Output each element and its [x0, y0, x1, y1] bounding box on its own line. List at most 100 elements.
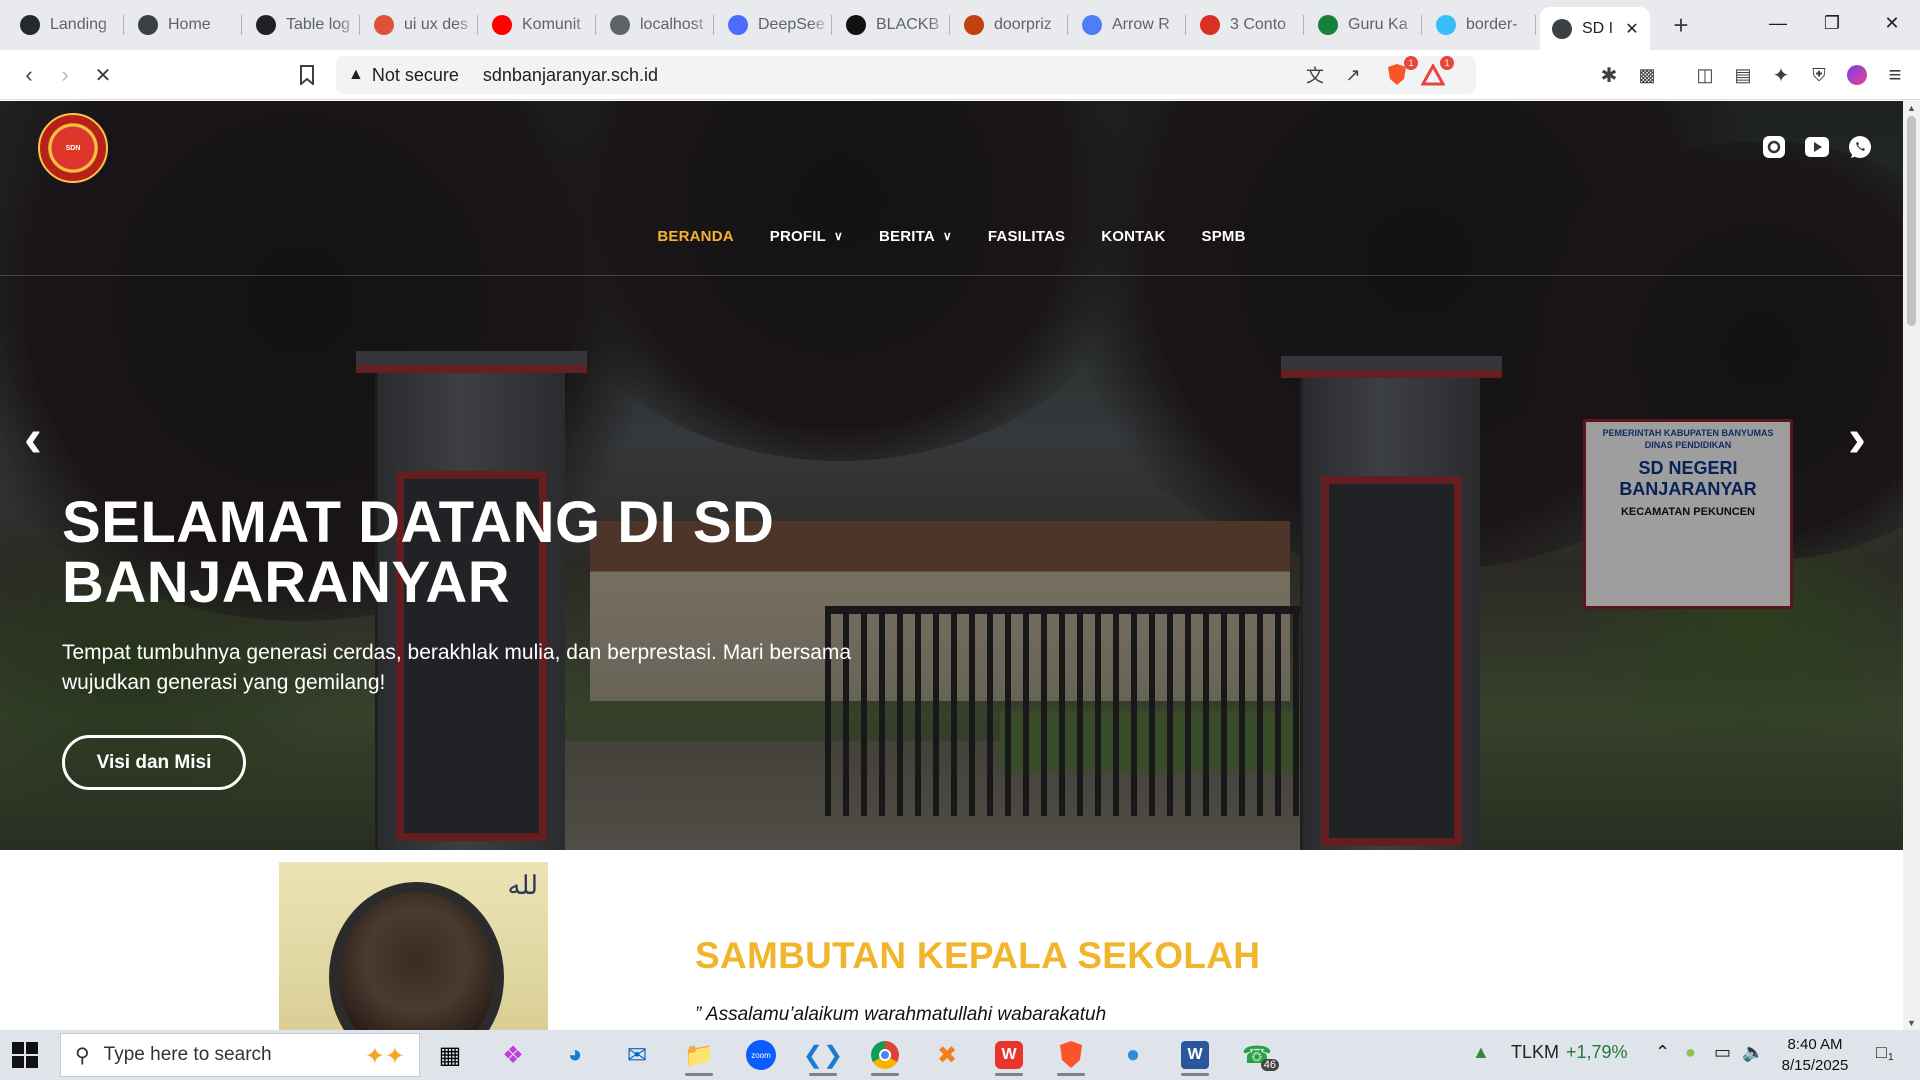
tab[interactable]: doorpriz: [952, 7, 1068, 43]
nav-label: KONTAK: [1101, 227, 1166, 245]
tab-title: Landing: [50, 16, 107, 33]
tab[interactable]: Home: [126, 7, 242, 43]
globe-icon: [610, 15, 630, 35]
hero-subtitle: Tempat tumbuhnya generasi cerdas, berakh…: [62, 641, 852, 694]
wps-office-icon[interactable]: W: [989, 1037, 1029, 1076]
principal-photo: لله: [279, 862, 548, 1030]
tab-title: 3 Conto: [1230, 16, 1287, 33]
slider-prev-icon[interactable]: ‹: [24, 411, 42, 465]
brave-shield-icon: [374, 15, 394, 35]
share-icon[interactable]: ↗: [1338, 60, 1368, 90]
tab[interactable]: BLACKB: [834, 7, 950, 43]
stop-loading-icon[interactable]: ✕: [88, 60, 118, 90]
sidebar-icon[interactable]: ◫: [1690, 60, 1720, 90]
leo-ai-icon[interactable]: ✦: [1766, 60, 1796, 90]
tab[interactable]: border-: [1424, 7, 1536, 43]
whatsapp-icon[interactable]: [1846, 133, 1874, 161]
show-hidden-icons-icon[interactable]: ⌃: [1655, 1042, 1670, 1063]
tailwind-icon: [1436, 15, 1456, 35]
tab-title: Arrow R: [1112, 16, 1170, 33]
chevron-down-icon: ∨: [833, 229, 843, 243]
address-bar[interactable]: ▲ Not secure sdnbanjaranyar.sch.id 文 ↗ 1…: [336, 56, 1476, 94]
loading-icon: [1552, 18, 1572, 39]
tab[interactable]: localhost: [598, 7, 714, 43]
warning-icon[interactable]: ▲: [348, 66, 364, 84]
tab[interactable]: Arrow R: [1070, 7, 1186, 43]
word-icon[interactable]: W: [1175, 1037, 1215, 1076]
notification-badge: 1: [1888, 1052, 1894, 1063]
brave-rewards-icon[interactable]: 1: [1418, 56, 1454, 90]
hero-overlay: [0, 101, 1903, 850]
forward-icon[interactable]: ›: [50, 60, 80, 90]
tab[interactable]: DeepSee: [716, 7, 832, 43]
tab[interactable]: Table log: [244, 7, 360, 43]
menu-icon[interactable]: ≡: [1880, 60, 1910, 90]
translate-icon[interactable]: 文: [1300, 60, 1330, 90]
stock-change[interactable]: +1,79%: [1566, 1042, 1628, 1063]
whatsapp-app-icon[interactable]: ☎ 46: [1237, 1037, 1279, 1073]
copilot-icon[interactable]: ❖: [493, 1037, 533, 1073]
vpn-icon[interactable]: ⛨: [1804, 60, 1834, 90]
blackbox-icon: [846, 15, 866, 35]
bookmark-icon[interactable]: [292, 60, 322, 90]
tab[interactable]: Komunit: [480, 7, 596, 43]
back-icon[interactable]: ‹: [14, 60, 44, 90]
scroll-down-icon[interactable]: ▼: [1905, 1018, 1918, 1028]
nav-item-5[interactable]: SPMB: [1183, 221, 1263, 251]
url-text[interactable]: sdnbanjaranyar.sch.id: [483, 65, 658, 86]
network-app-icon[interactable]: ●: [1685, 1042, 1696, 1063]
battery-icon[interactable]: ▭: [1714, 1042, 1731, 1063]
volume-icon[interactable]: 🔈: [1742, 1042, 1764, 1063]
tab-active[interactable]: SD I ✕: [1540, 7, 1650, 50]
instagram-icon[interactable]: [1760, 133, 1788, 161]
tab[interactable]: Landing: [8, 7, 124, 43]
tab-title: Komunit: [522, 16, 581, 33]
nav-item-1[interactable]: PROFIL ∨: [752, 221, 861, 251]
restore-button[interactable]: ❐: [1812, 8, 1852, 38]
profile-avatar-icon[interactable]: [1842, 60, 1872, 90]
scrollbar-thumb[interactable]: [1907, 116, 1916, 326]
security-label[interactable]: Not secure: [372, 65, 459, 86]
globe-icon: [138, 15, 158, 35]
nav-item-2[interactable]: BERITA ∨: [861, 221, 970, 251]
edge-alt-icon[interactable]: ●: [1113, 1037, 1153, 1073]
nav-item-4[interactable]: KONTAK: [1083, 221, 1183, 251]
tab-title: border-: [1466, 16, 1518, 33]
system-clock[interactable]: 8:40 AM 8/15/2025: [1770, 1034, 1860, 1076]
taskbar-search-box[interactable]: ⚲ Type here to search ✦✦: [60, 1033, 420, 1077]
page-scrollbar[interactable]: ▲ ▼: [1903, 101, 1920, 1030]
youtube-icon[interactable]: [1803, 133, 1831, 161]
tab[interactable]: ui ux des: [362, 7, 478, 43]
tab[interactable]: 3 Conto: [1188, 7, 1304, 43]
brave-shields-icon[interactable]: 1: [1382, 56, 1418, 90]
xampp-icon[interactable]: ✖: [927, 1037, 967, 1073]
close-tab-icon[interactable]: ✕: [1622, 19, 1642, 39]
tab[interactable]: Guru Ka: [1306, 7, 1422, 43]
stock-ticker[interactable]: TLKM: [1511, 1042, 1559, 1063]
close-window-button[interactable]: ✕: [1872, 8, 1912, 38]
vscode-icon[interactable]: ❮❯: [803, 1037, 843, 1076]
nav-label: BERITA: [878, 227, 935, 245]
task-view-icon[interactable]: ▦: [430, 1037, 470, 1073]
file-explorer-icon[interactable]: 📁: [679, 1037, 719, 1076]
nav-item-0[interactable]: BERANDA: [639, 221, 751, 251]
windows-start-icon[interactable]: [12, 1042, 38, 1068]
zoom-icon[interactable]: zoom: [741, 1037, 781, 1073]
school-logo[interactable]: SDN: [38, 113, 108, 183]
chrome-icon[interactable]: [865, 1037, 905, 1076]
slider-next-icon[interactable]: ›: [1848, 411, 1866, 465]
stock-chart-icon[interactable]: ▲: [1472, 1042, 1490, 1063]
minimize-button[interactable]: —: [1758, 8, 1798, 38]
wallet-icon[interactable]: ▤: [1728, 60, 1758, 90]
edge-icon[interactable]: ◕: [555, 1037, 595, 1073]
scroll-up-icon[interactable]: ▲: [1905, 103, 1918, 113]
search-placeholder: Type here to search: [103, 1044, 272, 1065]
nav-item-3[interactable]: FASILITAS: [970, 221, 1083, 251]
notification-center-icon[interactable]: □ 1: [1876, 1042, 1894, 1063]
vision-mission-button[interactable]: Visi dan Misi: [62, 735, 246, 790]
reader-mode-icon[interactable]: ▩: [1632, 60, 1662, 90]
extensions-icon[interactable]: ✱: [1594, 60, 1624, 90]
new-tab-button[interactable]: +: [1666, 10, 1696, 41]
outlook-icon[interactable]: ✉: [617, 1037, 657, 1073]
brave-browser-icon[interactable]: [1051, 1037, 1091, 1076]
